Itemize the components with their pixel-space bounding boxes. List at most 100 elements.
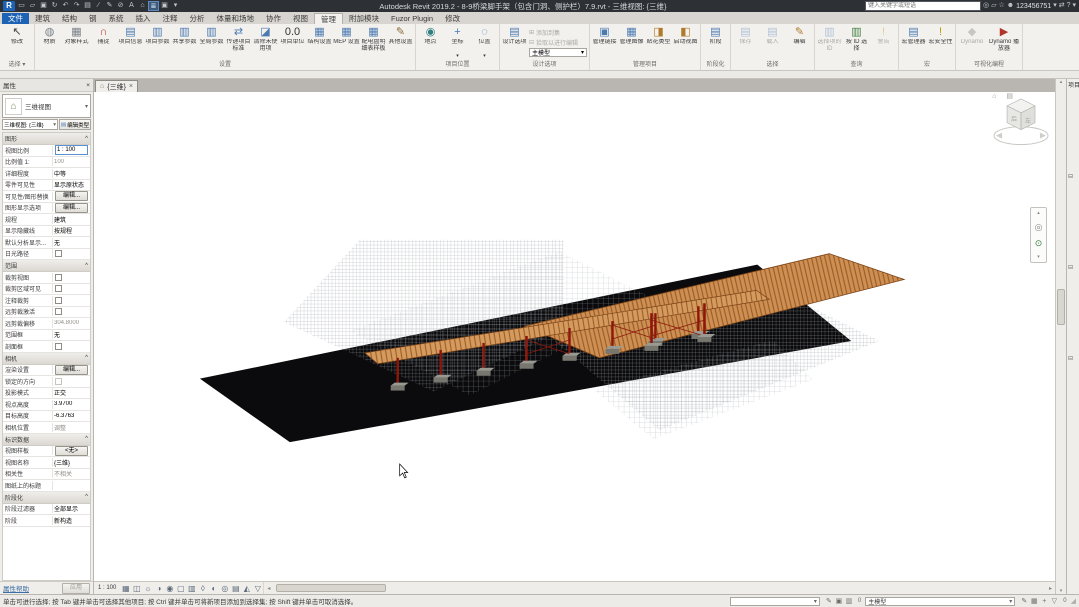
collapse-icon[interactable]: ^: [85, 355, 88, 361]
collapse-icon[interactable]: ^: [85, 136, 88, 142]
horizontal-scrollbar[interactable]: ◂ ▸: [263, 582, 1055, 594]
section-header-图形[interactable]: 图形^: [3, 133, 90, 145]
reveal-hidden-elements-icon[interactable]: ◎: [219, 583, 230, 594]
ribbon-button-共享参数[interactable]: ▥共享参数: [171, 25, 198, 60]
rendering-dialog-icon[interactable]: ◉: [164, 583, 175, 594]
press-drag-icon[interactable]: +: [1039, 598, 1049, 605]
sync-with-central-icon[interactable]: ↻: [49, 1, 60, 11]
tab-视图[interactable]: 视图: [287, 13, 314, 24]
ribbon-button-捕捉[interactable]: ∩捕捉: [90, 25, 117, 60]
ribbon-mini-添加到集[interactable]: ⊞添加到集: [529, 28, 587, 37]
section-header-阶段化[interactable]: 阶段化^: [3, 492, 90, 504]
tab-结构[interactable]: 结构: [56, 13, 83, 24]
ribbon-button-位置[interactable]: ◌位置▾: [471, 25, 498, 60]
shadows-icon[interactable]: ◑: [153, 583, 164, 594]
property-input[interactable]: 1 : 100: [55, 145, 88, 155]
print-icon[interactable]: ▤: [82, 1, 93, 11]
ribbon-button-传递项目标准[interactable]: ⇄传递项目标准: [225, 25, 252, 60]
tab-附加模块[interactable]: 附加模块: [343, 13, 385, 24]
scroll-up-icon[interactable]: ▴: [1056, 79, 1066, 85]
tab-修改[interactable]: 修改: [439, 13, 466, 24]
tab-注释[interactable]: 注释: [157, 13, 184, 24]
reveal-constraints-icon[interactable]: ▽: [252, 583, 263, 594]
design-options-icon[interactable]: ▥: [844, 597, 854, 605]
edit-type-button[interactable]: ▤ 编辑类型: [59, 119, 91, 130]
section-header-标识数据[interactable]: 标识数据^: [3, 434, 90, 446]
ribbon-button-贴花类型[interactable]: ◨贴花类型: [645, 25, 672, 60]
thin-lines-icon[interactable]: ≣: [148, 1, 159, 11]
ribbon-button-载入[interactable]: ▤载入: [759, 25, 786, 60]
section-icon[interactable]: ⊘: [115, 1, 126, 11]
panel-label-阶段化[interactable]: 阶段化: [702, 60, 729, 70]
edit-button[interactable]: 编辑...: [55, 365, 88, 375]
tree-node-icon[interactable]: ⊟: [1068, 355, 1079, 362]
help-icon[interactable]: ?: [1067, 1, 1071, 11]
resize-grip[interactable]: ◢: [1071, 597, 1076, 605]
customize-qat-icon[interactable]: ▾: [170, 1, 181, 11]
panel-label-设置[interactable]: 设置: [36, 60, 414, 70]
checkbox[interactable]: [55, 308, 62, 315]
visual-style-icon[interactable]: ◫: [131, 583, 142, 594]
viewcube-back-face-label[interactable]: 后: [1011, 115, 1017, 123]
ribbon-button-坐标[interactable]: +坐标▾: [444, 25, 471, 60]
sign-in-icon[interactable]: ▱: [991, 1, 996, 11]
window-icon[interactable]: ▭: [16, 1, 27, 11]
open-icon[interactable]: ▱: [27, 1, 38, 11]
vertical-scrollbar[interactable]: ▴ ▾: [1055, 79, 1066, 594]
filter-icon[interactable]: ▽: [1049, 597, 1059, 605]
ribbon-button-管理链接[interactable]: ▣管理链接: [591, 25, 618, 60]
show-crop-region-icon[interactable]: ▥: [186, 583, 197, 594]
properties-help-link[interactable]: 属性帮助: [3, 583, 29, 593]
horizontal-scroll-thumb[interactable]: [276, 584, 386, 592]
project-browser-sliver[interactable]: 项目浏览器 ⊟ ⊟ ⊟: [1066, 79, 1079, 594]
redo-icon[interactable]: ↷: [71, 1, 82, 11]
ribbon-button-编辑[interactable]: ✎编辑: [786, 25, 813, 60]
tab-系统[interactable]: 系统: [103, 13, 130, 24]
tab-分析[interactable]: 分析: [184, 13, 211, 24]
viewcube[interactable]: 后 左: [994, 99, 1048, 145]
type-selector[interactable]: ⌂ 三维视图 ▾: [2, 94, 91, 118]
panel-label-可视化编程[interactable]: 可视化编程: [957, 60, 1021, 70]
measure-icon[interactable]: ∕: [93, 1, 104, 11]
ribbon-button-项目参数[interactable]: ▥项目参数: [144, 25, 171, 60]
avatar-icon[interactable]: ☻: [1007, 1, 1014, 11]
checkbox[interactable]: [55, 274, 62, 281]
zoom-icon[interactable]: ⊙: [1035, 238, 1043, 248]
ribbon-button-阶段[interactable]: ▤阶段: [702, 25, 729, 60]
navbar-expand-bottom-icon[interactable]: ▾: [1037, 254, 1040, 260]
search-go-icon[interactable]: ◎: [983, 1, 989, 11]
ribbon-button-按 ID 选择[interactable]: ▥按 ID 选择: [843, 25, 870, 60]
help-menu-arrow-icon[interactable]: ▾: [1072, 1, 1076, 11]
tree-node-icon[interactable]: ⊟: [1068, 173, 1079, 180]
worksets-dropdown[interactable]: ▾: [730, 597, 820, 606]
ribbon-button-MEP 设置[interactable]: ▦MEP 设置: [333, 25, 360, 60]
detail-level-icon[interactable]: ▦: [120, 583, 131, 594]
tab-插入[interactable]: 插入: [130, 13, 157, 24]
scale-button[interactable]: 1 : 100: [97, 585, 120, 591]
scroll-down-icon[interactable]: ▾: [1056, 588, 1066, 594]
ribbon-button-项目信息[interactable]: ▤项目信息: [117, 25, 144, 60]
favorites-icon[interactable]: ☆: [998, 1, 1004, 11]
apply-button[interactable]: 应用: [62, 583, 90, 594]
panel-label-项目位置[interactable]: 项目位置: [417, 60, 498, 70]
tab-管理[interactable]: 管理: [314, 13, 343, 24]
view-tab-3d[interactable]: ⌂ {三维} ×: [95, 80, 138, 92]
close-icon[interactable]: ×: [86, 82, 90, 89]
checkbox[interactable]: [55, 378, 62, 385]
section-header-相机[interactable]: 相机^: [3, 353, 90, 365]
drawing-area[interactable]: 后 左 ⌂ ▤ ▴ ◎ ⊙ ▾: [94, 92, 1055, 581]
collapse-icon[interactable]: ^: [85, 436, 88, 442]
show-analytical-model-icon[interactable]: ◭: [241, 583, 252, 594]
steering-wheel-icon[interactable]: ◎: [1035, 222, 1043, 232]
edit-button[interactable]: <无>: [55, 446, 88, 456]
section-header-范围[interactable]: 范围^: [3, 260, 90, 272]
ribbon-button-选择项的 ID[interactable]: ▥选择项的 ID: [816, 25, 843, 60]
ribbon-button-地点[interactable]: ◉地点: [417, 25, 444, 60]
horizontal-scroll-track[interactable]: [273, 584, 1046, 592]
tab-建筑[interactable]: 建筑: [29, 13, 56, 24]
ribbon-button-其他设置[interactable]: ✎其他设置: [387, 25, 414, 60]
ribbon-button-设计选项[interactable]: ▤设计选项: [501, 25, 528, 60]
checkbox[interactable]: [55, 343, 62, 350]
undo-icon[interactable]: ↶: [60, 1, 71, 11]
exchange-apps-icon[interactable]: ⇄: [1059, 1, 1065, 11]
